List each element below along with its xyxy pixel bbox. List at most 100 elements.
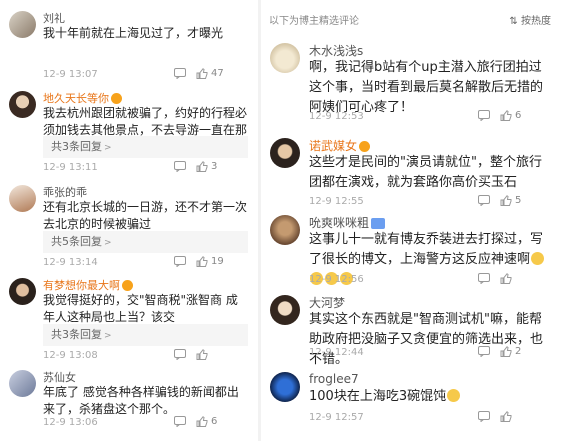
like-count: 6: [515, 110, 522, 121]
like-button[interactable]: 6: [500, 110, 521, 121]
reply-count-link[interactable]: 共3条回复 >: [43, 324, 248, 346]
comment-time: 12-9 12:53: [309, 111, 364, 122]
comment-icon[interactable]: [174, 68, 186, 79]
comment-item: 大河梦 其实这个东西就是"智商测试机"嘛，能帮助政府把没脑子又贪便宜的筛选出来，…: [261, 290, 561, 368]
commenter-name[interactable]: 木水浅浅s: [309, 42, 363, 59]
comment-text: 啊，我记得b站有个up主潜入旅行团拍过这个事，当时看到最后莫名解散后无措的阿姨们…: [309, 60, 544, 115]
avatar[interactable]: [9, 91, 36, 118]
avatar[interactable]: [9, 278, 36, 305]
vip-badge-icon: [359, 141, 371, 152]
comment-icon[interactable]: [478, 110, 490, 121]
comment-time: 12-9 12:44: [309, 347, 364, 358]
like-button[interactable]: 5: [500, 195, 521, 206]
chevron-right-icon: >: [104, 143, 112, 153]
comment-time: 12-9 12:57: [309, 412, 364, 423]
like-icon: [196, 416, 208, 427]
like-button[interactable]: [500, 273, 515, 284]
like-icon: [500, 346, 512, 357]
comment-time: 12-9 13:06: [43, 417, 98, 428]
member-badge-icon: [371, 218, 386, 229]
like-icon: [500, 110, 512, 121]
vip-badge-icon: [111, 93, 122, 104]
comment-time: 12-9 13:14: [43, 257, 98, 268]
comment-icon[interactable]: [174, 256, 186, 267]
sort-icon: ⇅: [509, 16, 518, 27]
comment-time: 12-9 13:07: [43, 69, 98, 80]
like-count: 2: [515, 346, 522, 357]
featured-comments-hint: 以下为博主精选评论: [269, 16, 359, 27]
commenter-name[interactable]: 吮爽咪咪粗: [309, 214, 386, 231]
comment-icon[interactable]: [174, 416, 186, 427]
chevron-right-icon: >: [104, 331, 112, 341]
like-count: 5: [515, 195, 522, 206]
comment-list-header: 以下为博主精选评论 ⇅ 按热度: [261, 0, 561, 28]
comment-icon[interactable]: [174, 161, 186, 172]
commenter-name[interactable]: 苏仙女: [43, 369, 76, 385]
comment-actions: 19: [174, 256, 224, 267]
commenter-name[interactable]: 大河梦: [309, 294, 345, 311]
comment-text: 我十年前就在上海见过了，才曝光: [43, 26, 224, 40]
comment-actions: [478, 411, 515, 422]
avatar[interactable]: [270, 372, 300, 402]
like-button[interactable]: 19: [196, 256, 224, 267]
like-icon: [196, 68, 208, 79]
like-count: 47: [211, 68, 224, 79]
comment-item: 苏仙女 年底了 感觉各种各样骗钱的新闻都出来了，杀猪盘这个那个。 12-9 13…: [0, 362, 258, 441]
comment-item: froglee7 100块在上海吃3碗馄饨 12-9 12:57: [261, 368, 561, 441]
like-icon: [196, 349, 208, 360]
avatar[interactable]: [270, 295, 300, 325]
comment-item: 乖张的乖 还有北京长城的一日游，还不才第一次去北京的时候被骗过 共5条回复 > 1…: [0, 178, 258, 270]
grin-emoji-icon: [531, 252, 545, 265]
like-button[interactable]: 47: [196, 68, 224, 79]
comment-item: 刘礼 我十年前就在上海见过了，才曝光 12-9 13:07 47: [0, 0, 258, 84]
avatar[interactable]: [9, 11, 36, 38]
like-button[interactable]: 2: [500, 346, 521, 357]
comment-time: 12-9 13:11: [43, 162, 98, 173]
like-button[interactable]: [196, 349, 211, 360]
comment-item: 木水浅浅s 啊，我记得b站有个up主潜入旅行团拍过这个事，当时看到最后莫名解散后…: [261, 28, 561, 132]
commenter-name[interactable]: 地久天长等你: [43, 90, 122, 106]
comment-actions: 2: [478, 346, 521, 357]
like-icon: [500, 195, 512, 206]
like-icon: [500, 273, 512, 284]
like-count: 6: [211, 416, 218, 427]
avatar[interactable]: [270, 43, 300, 73]
comment-text: 还有北京长城的一日游，还不才第一次去北京的时候被骗过: [43, 200, 248, 231]
sort-by-hot-button[interactable]: ⇅ 按热度: [509, 12, 551, 27]
avatar[interactable]: [9, 370, 36, 397]
commenter-name[interactable]: froglee7: [309, 372, 359, 386]
avatar[interactable]: [270, 138, 300, 168]
comment-actions: 47: [174, 68, 224, 79]
comment-text: 这些才是民间的"演员请就位"，整个旅行团都在演戏，就为套路你高价买玉石: [309, 155, 542, 190]
commenter-name[interactable]: 乖张的乖: [43, 184, 87, 200]
comment-actions: 6: [174, 416, 217, 427]
commenter-name[interactable]: 刘礼: [43, 10, 65, 26]
reply-count-link[interactable]: 共5条回复 >: [43, 231, 248, 253]
comment-actions: 6: [478, 110, 521, 121]
comment-icon[interactable]: [478, 346, 490, 357]
comment-text: 年底了 感觉各种各样骗钱的新闻都出来了，杀猪盘这个那个。: [43, 385, 239, 416]
left-comment-column: 刘礼 我十年前就在上海见过了，才曝光 12-9 13:07 47 地久天长等你 …: [0, 0, 258, 441]
comment-icon[interactable]: [478, 195, 490, 206]
comment-actions: 5: [478, 195, 521, 206]
like-button[interactable]: 3: [196, 161, 217, 172]
avatar[interactable]: [270, 215, 300, 245]
comment-icon[interactable]: [174, 349, 186, 360]
comment-time: 12-9 13:08: [43, 350, 98, 361]
comment-icon[interactable]: [478, 273, 490, 284]
like-button[interactable]: 6: [196, 416, 217, 427]
commenter-name[interactable]: 有梦想你最大啊: [43, 277, 133, 293]
like-icon: [196, 161, 208, 172]
right-comment-column: 以下为博主精选评论 ⇅ 按热度 木水浅浅s 啊，我记得b站有个up主潜入旅行团拍…: [261, 0, 561, 441]
avatar[interactable]: [9, 185, 36, 212]
smile-emoji-icon: [447, 389, 461, 402]
comment-icon[interactable]: [478, 411, 490, 422]
comment-text: 100块在上海吃3碗馄饨: [309, 387, 549, 407]
like-button[interactable]: [500, 411, 515, 422]
reply-count-link[interactable]: 共3条回复 >: [43, 136, 248, 158]
chevron-right-icon: >: [104, 238, 112, 248]
comment-item: 诺武媒女 这些才是民间的"演员请就位"，整个旅行团都在演戏，就为套路你高价买玉石…: [261, 132, 561, 210]
commenter-name[interactable]: 诺武媒女: [309, 137, 371, 154]
like-count: 19: [211, 256, 224, 267]
comment-actions: [478, 273, 515, 284]
